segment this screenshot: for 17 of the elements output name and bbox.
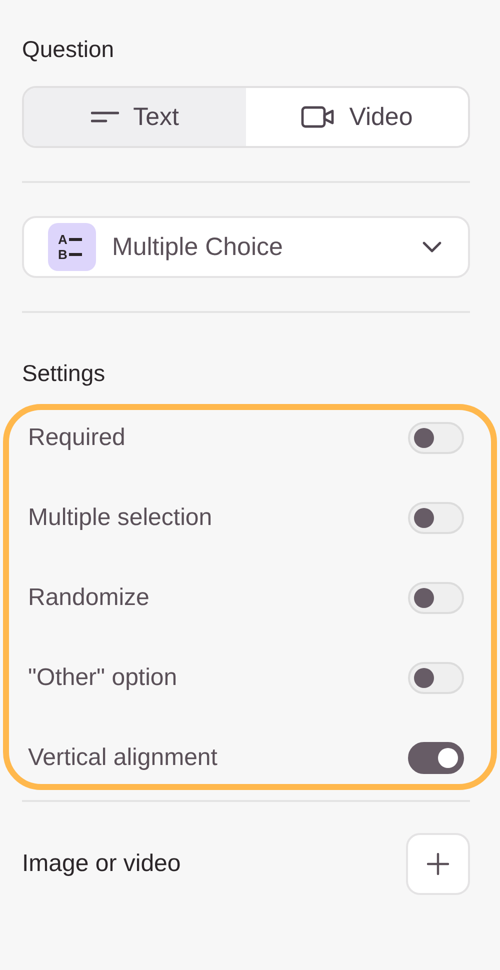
question-type-dropdown[interactable]: A B Multiple Choice <box>22 216 470 278</box>
section-heading: Question <box>22 35 116 64</box>
setting-label: Vertical alignment <box>28 744 218 772</box>
text-lines-icon <box>91 110 120 124</box>
setting-label: "Other" option <box>28 664 178 692</box>
section-heading: Settings <box>22 359 106 388</box>
toggle-switch[interactable] <box>408 742 464 774</box>
setting-label: Required <box>28 424 126 452</box>
plus-icon <box>427 853 449 875</box>
chevron-down-icon <box>422 241 442 253</box>
video-camera-icon <box>301 105 336 129</box>
add-button[interactable] <box>406 833 470 895</box>
setting-label: Multiple selection <box>28 504 212 532</box>
tab[interactable]: Text <box>24 88 246 146</box>
section-heading: Image or video <box>22 849 181 879</box>
setting-label: Randomize <box>28 584 150 612</box>
list-letters-icon: A B <box>48 223 96 271</box>
